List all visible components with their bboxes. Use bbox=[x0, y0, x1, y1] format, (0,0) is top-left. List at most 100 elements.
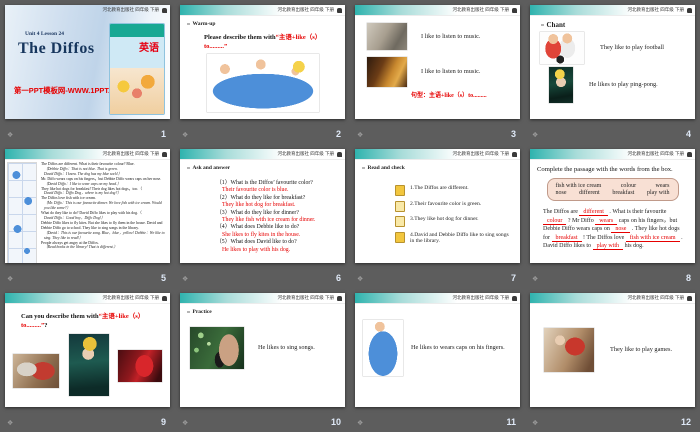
row-text: He likes to play ping-pong. bbox=[589, 81, 658, 89]
slide-thumb-1: 河北教育出版社 四年级 下册Unit 4 Lesson 24The Diffos… bbox=[5, 5, 170, 119]
content-row: He likes to play ping-pong. bbox=[540, 67, 687, 103]
slide-header: 河北教育出版社 四年级 下册 bbox=[355, 293, 520, 304]
slide-header: 河北教育出版社 四年级 下册 bbox=[530, 149, 695, 160]
slide-cell-8[interactable]: 河北教育出版社 四年级 下册 Complete the passage with … bbox=[525, 144, 700, 288]
story-text: The Diffos are different. What is their … bbox=[37, 160, 170, 263]
passage-segment: fish with ice cream bbox=[626, 235, 680, 242]
press-name-text: 河北教育出版社 四年级 下册 bbox=[628, 151, 685, 157]
press-name-text: 河北教育出版社 四年级 下册 bbox=[103, 295, 160, 301]
section-label: Read and check bbox=[362, 165, 520, 171]
slide-cell-5[interactable]: 河北教育出版社 四年级 下册The Diffos are different. … bbox=[0, 144, 175, 288]
slide-cell-12[interactable]: 河北教育出版社 四年级 下册 They like to play games. ❖ 1… bbox=[525, 288, 700, 432]
slide-tool-icon: ❖ bbox=[357, 132, 363, 139]
check-item: 3.They like hot dog for dinner. bbox=[395, 216, 509, 227]
photo-boys-couch-image bbox=[13, 354, 59, 388]
slide-cell-9[interactable]: 河北教育出版社 四年级 下册 Can you describe them with… bbox=[0, 288, 175, 432]
heading-segment: Can you describe them with bbox=[21, 313, 99, 320]
check-item: 4.David and Debbie Diffo like to sing so… bbox=[395, 232, 509, 245]
slide-thumb-6: 河北教育出版社 四年级 下册Ask and answer（1）What is t… bbox=[180, 149, 345, 263]
press-name-text: 河北教育出版社 四年级 下册 bbox=[453, 7, 510, 13]
word-box-word: wears bbox=[656, 183, 670, 189]
section-label-text: Chant bbox=[547, 21, 566, 29]
section-label-text: Ask and answer bbox=[193, 165, 231, 171]
textbook-cover-art bbox=[110, 68, 164, 114]
label-bullet-icon bbox=[362, 167, 365, 170]
word-box-word: play with bbox=[647, 190, 670, 196]
section-label-text: Practice bbox=[193, 309, 212, 315]
story-line: Mr. Diffo wears caps on his fingers，but … bbox=[41, 177, 167, 182]
press-logo-icon bbox=[687, 296, 692, 301]
slide-header: 河北教育出版社 四年级 下册 bbox=[530, 5, 695, 16]
slide-cell-11[interactable]: 河北教育出版社 四年级 下册 He likes to wears caps on … bbox=[350, 288, 525, 432]
row-text: They like to play football bbox=[600, 44, 664, 52]
slide-tool-icon: ❖ bbox=[182, 132, 188, 139]
lesson-title: The Diffos bbox=[18, 40, 95, 58]
answer-text: Their favourite color is blue. bbox=[222, 187, 345, 194]
slide-number: 2 bbox=[336, 129, 341, 139]
photo-listening-music-image bbox=[367, 23, 407, 50]
press-logo-icon bbox=[337, 152, 342, 157]
content-row: I like to listen to music. bbox=[367, 57, 510, 87]
word-box-word: breakfast bbox=[612, 190, 634, 196]
content-row: He likes to wears caps on his fingers. bbox=[363, 320, 514, 376]
content-row: I like to listen to music. bbox=[367, 23, 510, 50]
slide-number: 8 bbox=[686, 273, 691, 283]
slide-tool-icon: ❖ bbox=[7, 420, 13, 427]
story-section: The Diffos are different. What is their … bbox=[5, 160, 170, 263]
word-box-row: fish with ice creamcolourwears bbox=[556, 183, 670, 189]
slide-tool-icon: ❖ bbox=[357, 420, 363, 427]
cartoon-football-kids-image bbox=[540, 32, 584, 64]
press-name-text: 河北教育出版社 四年级 下册 bbox=[628, 295, 685, 301]
story-line: （Mr. Diffo：This is our favourite dinner.… bbox=[41, 201, 167, 211]
slide-cell-7[interactable]: 河北教育出版社 四年级 下册Read and check1.The Diffos… bbox=[350, 144, 525, 288]
slide-cell-6[interactable]: 河北教育出版社 四年级 下册Ask and answer（1）What is t… bbox=[175, 144, 350, 288]
slide-cell-4[interactable]: 河北教育出版社 四年级 下册 Chant They like to play foo… bbox=[525, 0, 700, 144]
passage-segment: different bbox=[579, 209, 608, 216]
sad-face-icon bbox=[395, 216, 405, 227]
slide-thumb-10: 河北教育出版社 四年级 下册PracticeHe likes to sing s… bbox=[180, 293, 345, 407]
story-line: Debbie Diffo likes to fly kites. But she… bbox=[41, 221, 167, 231]
word-box: fish with ice creamcolourwearsnosediffer… bbox=[547, 178, 679, 201]
task-instruction-text: Complete the passage with the words from… bbox=[537, 166, 695, 173]
slide-tool-icon: ❖ bbox=[532, 420, 538, 427]
slide-tool-icon: ❖ bbox=[182, 420, 188, 427]
slide-header: 河北教育出版社 四年级 下册 bbox=[5, 5, 170, 15]
slide-number: 12 bbox=[681, 417, 691, 427]
passage-segment: play with bbox=[593, 243, 624, 250]
story-line: （David：This is our favourite song. Blue，… bbox=[41, 231, 167, 241]
slide-tool-icon: ❖ bbox=[7, 132, 13, 139]
slide-number: 1 bbox=[161, 129, 166, 139]
press-logo-icon bbox=[162, 296, 167, 301]
slide-tool-icon: ❖ bbox=[357, 276, 363, 283]
slide-tool-icon: ❖ bbox=[7, 276, 13, 283]
slide-cell-1[interactable]: 河北教育出版社 四年级 下册Unit 4 Lesson 24The Diffos… bbox=[0, 0, 175, 144]
label-bullet-icon bbox=[541, 24, 544, 27]
slide-number: 7 bbox=[511, 273, 516, 283]
check-item: 1.The Diffos are different. bbox=[395, 185, 509, 196]
press-name-text: 河北教育出版社 四年级 下册 bbox=[628, 7, 685, 13]
passage-segment: ! The Diffos love bbox=[582, 235, 626, 241]
slide-cell-10[interactable]: 河北教育出版社 四年级 下册PracticeHe likes to sing s… bbox=[175, 288, 350, 432]
slide-header: 河北教育出版社 四年级 下册 bbox=[5, 293, 170, 304]
content-row: They like to play games. bbox=[544, 328, 689, 372]
qa-section: （1）What is the Diffos’ favourite color?T… bbox=[180, 180, 345, 254]
slide-cell-2[interactable]: 河北教育出版社 四年级 下册Warm-upPlease describe the… bbox=[175, 0, 350, 144]
photo-singer-image bbox=[190, 327, 244, 369]
label-bullet-icon bbox=[187, 311, 190, 314]
cartoon-diffos-family-image bbox=[207, 54, 319, 112]
passage-segment: his dog. bbox=[623, 243, 644, 249]
story-line: （Read books in the library! That is diff… bbox=[41, 245, 167, 250]
word-box-word: colour bbox=[621, 183, 636, 189]
slide-header: 河北教育出版社 四年级 下册 bbox=[355, 5, 520, 16]
press-logo-icon bbox=[337, 8, 342, 13]
label-bullet-icon bbox=[187, 23, 190, 26]
passage-segment: ? Mr Diffo bbox=[566, 218, 595, 224]
slide-thumb-8: 河北教育出版社 四年级 下册 Complete the passage with … bbox=[530, 149, 695, 263]
row-text: He likes to wears caps on his fingers. bbox=[411, 344, 505, 352]
press-logo-icon bbox=[162, 152, 167, 157]
row-text: I like to listen to music. bbox=[421, 33, 480, 41]
slide-cell-3[interactable]: 河北教育出版社 四年级 下册 I like to listen to music.… bbox=[350, 0, 525, 144]
check-item-text: 4.David and Debbie Diffo like to sing so… bbox=[410, 232, 509, 245]
question-text: （3）What do they like for dinner? bbox=[216, 210, 345, 217]
section-label-text: Warm-up bbox=[193, 21, 216, 27]
